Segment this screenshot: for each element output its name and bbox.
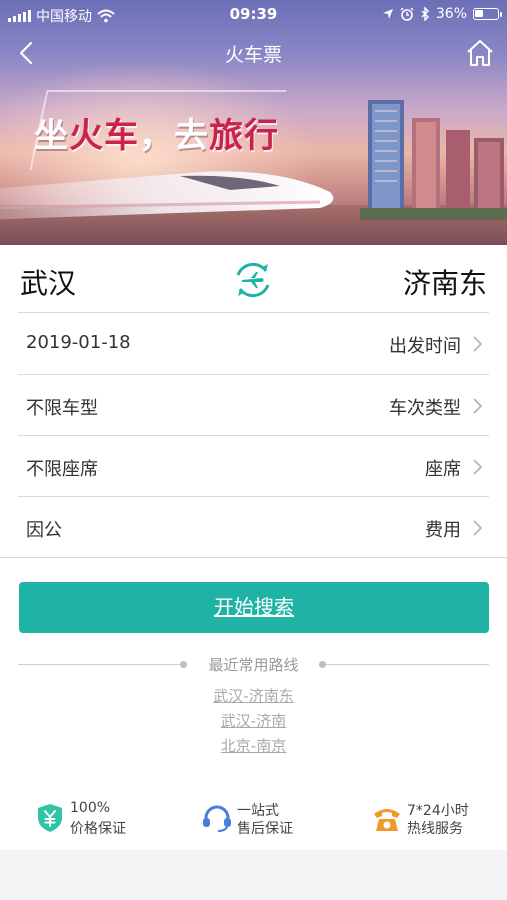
- slogan-text-3: ，: [139, 116, 174, 156]
- bottom-area: [0, 850, 507, 900]
- page-title: 火车票: [224, 44, 282, 66]
- after-sales-guarantee: 一站式 售后保证: [201, 800, 311, 840]
- row-value: 车次类型: [389, 398, 461, 419]
- banner-slogan: 坐火车，去旅行: [34, 108, 279, 157]
- train-ticket-screen: 坐火车，去旅行 中国移动 09:39 36% 火车票 武汉 济南东 2019-0…: [0, 0, 507, 900]
- train-type-row[interactable]: 不限车型 车次类型: [0, 375, 507, 436]
- city-skyline-image: [360, 100, 507, 220]
- recent-route-link[interactable]: 北京-南京: [0, 735, 507, 756]
- slogan-text-2: 火车: [69, 116, 139, 156]
- row-label: 不限座席: [26, 459, 98, 480]
- feature-line-1: 100%: [70, 800, 111, 816]
- arrival-city[interactable]: 济南东: [403, 262, 487, 302]
- chevron-right-icon: [473, 398, 483, 414]
- alarm-clock-icon: [400, 7, 414, 21]
- start-search-button[interactable]: 开始搜索: [19, 582, 489, 633]
- train-swap-icon[interactable]: [232, 259, 274, 301]
- slogan-text-5: 旅行: [209, 116, 279, 156]
- seat-class-row[interactable]: 不限座席 座席: [0, 436, 507, 497]
- headset-icon: [203, 805, 231, 832]
- route-selector: 武汉 济南东: [0, 245, 507, 312]
- feature-line-1: 7*24小时: [407, 803, 469, 819]
- heading-line-right: [326, 664, 489, 665]
- feature-line-2: 价格保证: [70, 821, 126, 837]
- telephone-icon: [374, 809, 400, 831]
- row-label: 2019-01-18: [26, 332, 131, 353]
- location-arrow-icon: [382, 9, 393, 19]
- navigation-bar: 火车票: [0, 30, 507, 76]
- battery-icon: [473, 8, 502, 20]
- bluetooth-icon: [421, 7, 429, 21]
- recent-route-link[interactable]: 武汉-济南东: [0, 685, 507, 706]
- service-guarantees: 100% 价格保证 一站式 售后保证 7*24小时 热线服务: [0, 790, 507, 850]
- feature-line-2: 热线服务: [407, 821, 463, 837]
- divider: [0, 557, 507, 558]
- battery-level-fill: [475, 10, 483, 17]
- departure-date-row[interactable]: 2019-01-18 出发时间: [0, 313, 507, 374]
- recent-route-link[interactable]: 武汉-济南: [0, 710, 507, 731]
- departure-city[interactable]: 武汉: [20, 262, 76, 302]
- expense-type-row[interactable]: 因公 费用: [0, 497, 507, 558]
- row-label: 不限车型: [26, 398, 98, 419]
- home-icon[interactable]: [465, 38, 495, 68]
- slogan-text-4: 去: [174, 116, 209, 156]
- slogan-text-1: 坐: [34, 116, 69, 156]
- battery-percent: 36%: [435, 6, 467, 22]
- row-value: 座席: [425, 459, 461, 480]
- status-bar: 中国移动 09:39 36%: [0, 0, 507, 30]
- chevron-right-icon: [473, 336, 483, 352]
- feature-line-1: 一站式: [237, 803, 279, 819]
- chevron-right-icon: [473, 520, 483, 536]
- yuan-shield-icon: [38, 804, 62, 832]
- hotline-service: 7*24小时 热线服务: [371, 800, 491, 840]
- price-guarantee: 100% 价格保证: [34, 800, 144, 840]
- feature-line-2: 售后保证: [237, 821, 293, 837]
- row-label: 因公: [26, 520, 62, 541]
- recent-routes-heading: 最近常用路线: [0, 654, 507, 676]
- heading-dot-right: [319, 661, 326, 668]
- chevron-right-icon: [473, 459, 483, 475]
- row-value: 出发时间: [389, 336, 461, 357]
- row-value: 费用: [425, 520, 461, 541]
